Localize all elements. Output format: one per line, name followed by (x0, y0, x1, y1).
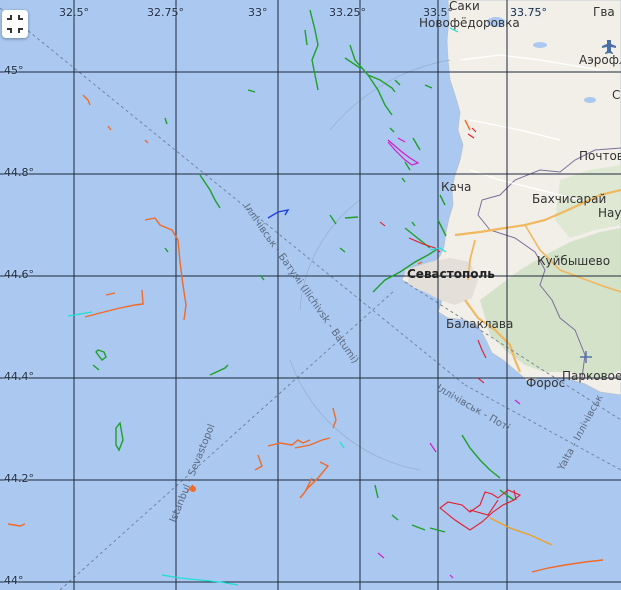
place-label-novofedorovka: Новофёдоровка (419, 16, 520, 30)
place-label-aeroflot: Аэрофл (579, 53, 621, 67)
lat-label: 44.4° (4, 370, 34, 383)
lake (533, 42, 547, 48)
place-label-bakhchisaray: Бахчисарай (532, 192, 607, 206)
lat-label: 44.2° (4, 472, 34, 485)
lon-label: 32.5° (59, 6, 89, 19)
place-label-saki: Саки (449, 0, 480, 13)
place-label-sevastopol: Севастополь (407, 267, 495, 281)
place-label-edge: С (612, 88, 621, 102)
place-label-foros: Форос (526, 376, 566, 390)
place-label-balaklava: Балаклава (446, 317, 514, 331)
place-label-kuibyshevo: Куйбышево (537, 254, 611, 268)
lat-label: 44.8° (4, 166, 34, 179)
lat-label: 44° (4, 574, 24, 587)
lon-label: 33° (248, 6, 268, 19)
lake (584, 97, 596, 103)
lat-label: 45° (4, 64, 24, 77)
lon-label: 32.75° (147, 6, 184, 19)
fullscreen-button[interactable] (2, 10, 28, 38)
lat-label: 44.6° (4, 268, 34, 281)
map-view[interactable]: 32.5° 32.75° 33° 33.25° 33.5° 33.75° 45°… (0, 0, 621, 590)
place-label-pochtovoe: Почтов (579, 149, 621, 163)
place-label-kacha: Кача (441, 180, 472, 194)
place-label-parkovoe: Парковое (562, 369, 621, 383)
lon-label: 33.25° (329, 6, 366, 19)
place-label-gvardeyskoe: Гва (593, 5, 615, 19)
fullscreen-icon (7, 15, 23, 33)
place-label-nau: Нау (598, 206, 621, 220)
